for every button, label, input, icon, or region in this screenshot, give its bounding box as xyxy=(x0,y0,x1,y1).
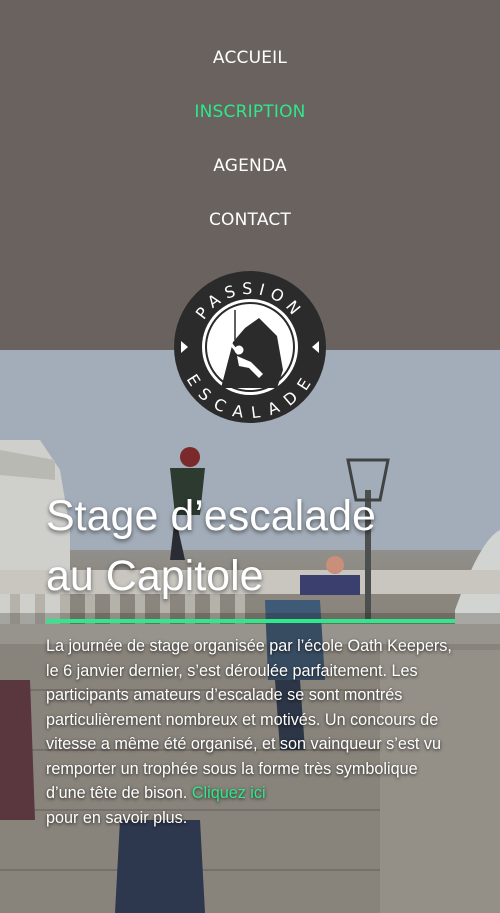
read-more-link[interactable]: Cliquez ici xyxy=(192,784,266,802)
nav-item-agenda[interactable]: AGENDA xyxy=(0,156,500,176)
after-link-text: pour en savoir plus. xyxy=(46,808,188,827)
page-title: Stage d’escalade au Capitole xyxy=(46,486,466,606)
title-divider xyxy=(46,619,455,623)
nav-item-contact[interactable]: CONTACT xyxy=(0,210,500,230)
article-paragraph: La journée de stage organisée par l’écol… xyxy=(46,634,454,830)
nav-item-accueil[interactable]: ACCUEIL xyxy=(0,48,500,68)
title-line-2: au Capitole xyxy=(46,552,264,600)
title-line-1: Stage d’escalade xyxy=(46,492,376,540)
paragraph-text: La journée de stage organisée par l’écol… xyxy=(46,637,452,802)
nav-item-inscription[interactable]: INSCRIPTION xyxy=(0,102,500,122)
passion-escalade-logo[interactable]: PASSION ESCALADE xyxy=(173,270,327,424)
